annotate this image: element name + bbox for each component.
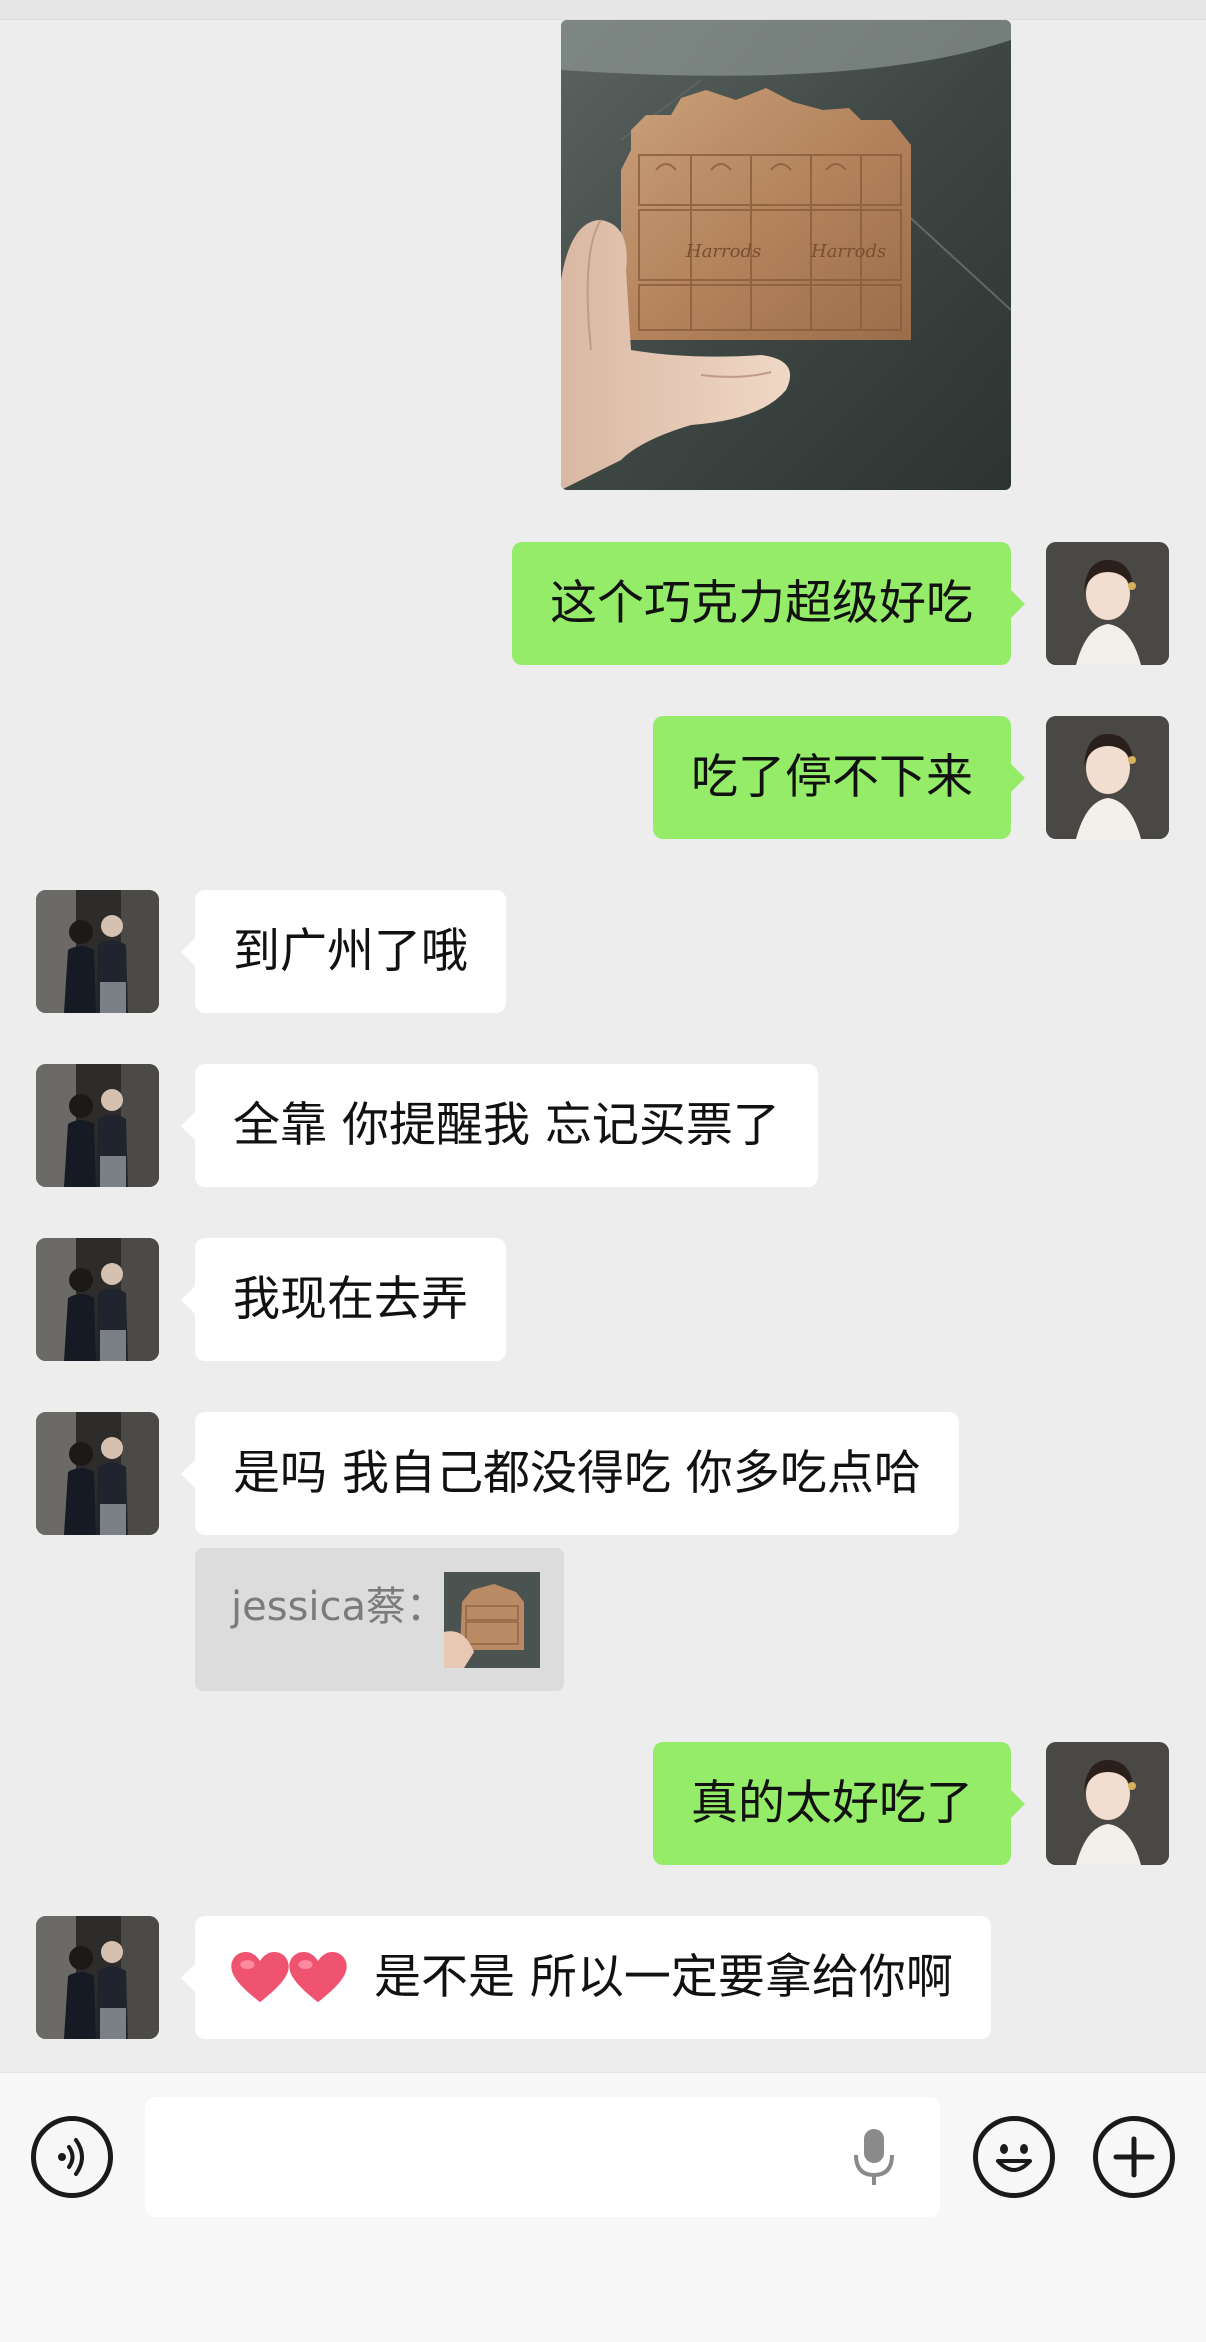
status-strip xyxy=(0,0,1206,20)
my-avatar[interactable] xyxy=(1046,542,1169,665)
friend-avatar[interactable] xyxy=(36,1412,159,1535)
microphone-icon[interactable] xyxy=(850,2125,898,2189)
message-text: 全靠 你提醒我 忘记买票了 xyxy=(233,1098,780,1153)
quote-image-thumbnail[interactable] xyxy=(444,1572,540,1668)
message-bubble-in[interactable]: 是吗 我自己都没得吃 你多吃点哈 xyxy=(181,1412,959,1535)
message-text: 真的太好吃了 xyxy=(691,1776,973,1831)
voice-icon[interactable] xyxy=(31,2116,113,2198)
emoji-icon[interactable] xyxy=(973,2116,1055,2198)
heart-emoji-icon xyxy=(231,1951,289,2004)
message-input[interactable] xyxy=(145,2097,940,2217)
my-avatar[interactable] xyxy=(1046,716,1169,839)
message-bubble-in[interactable]: 是不是 所以一定要拿给你啊 xyxy=(181,1916,991,2039)
message-text: 这个巧克力超级好吃 xyxy=(550,576,973,631)
message-text: 是吗 我自己都没得吃 你多吃点哈 xyxy=(233,1446,921,1501)
heart-emoji-icon xyxy=(289,1951,347,2004)
harrods-embossed-label-2: Harrods xyxy=(810,241,886,262)
message-text: 我现在去弄 xyxy=(233,1272,468,1327)
plus-icon[interactable] xyxy=(1093,2116,1175,2198)
friend-avatar[interactable] xyxy=(36,1916,159,2039)
friend-avatar[interactable] xyxy=(36,1238,159,1361)
chocolate-photo-message[interactable]: Harrods Harrods xyxy=(561,20,1011,490)
friend-avatar[interactable] xyxy=(36,890,159,1013)
my-avatar[interactable] xyxy=(1046,1742,1169,1865)
message-bubble-out[interactable]: 真的太好吃了 xyxy=(653,1742,1025,1865)
message-text: 吃了停不下来 xyxy=(691,750,973,805)
message-bubble-in[interactable]: 到广州了哦 xyxy=(181,890,506,1013)
harrods-embossed-label-1: Harrods xyxy=(685,241,761,262)
message-bubble-in[interactable]: 全靠 你提醒我 忘记买票了 xyxy=(181,1064,818,1187)
message-text: 到广州了哦 xyxy=(233,924,468,979)
quoted-message[interactable]: jessica蔡： xyxy=(195,1548,564,1691)
friend-avatar[interactable] xyxy=(36,1064,159,1187)
message-bubble-in[interactable]: 我现在去弄 xyxy=(181,1238,506,1361)
message-bubble-out[interactable]: 这个巧克力超级好吃 xyxy=(512,542,1025,665)
message-text: 是不是 所以一定要拿给你啊 xyxy=(373,1950,953,2005)
quote-sender-name: jessica蔡： xyxy=(231,1584,447,1630)
chat-input-bar xyxy=(0,2072,1206,2342)
message-bubble-out[interactable]: 吃了停不下来 xyxy=(653,716,1025,839)
